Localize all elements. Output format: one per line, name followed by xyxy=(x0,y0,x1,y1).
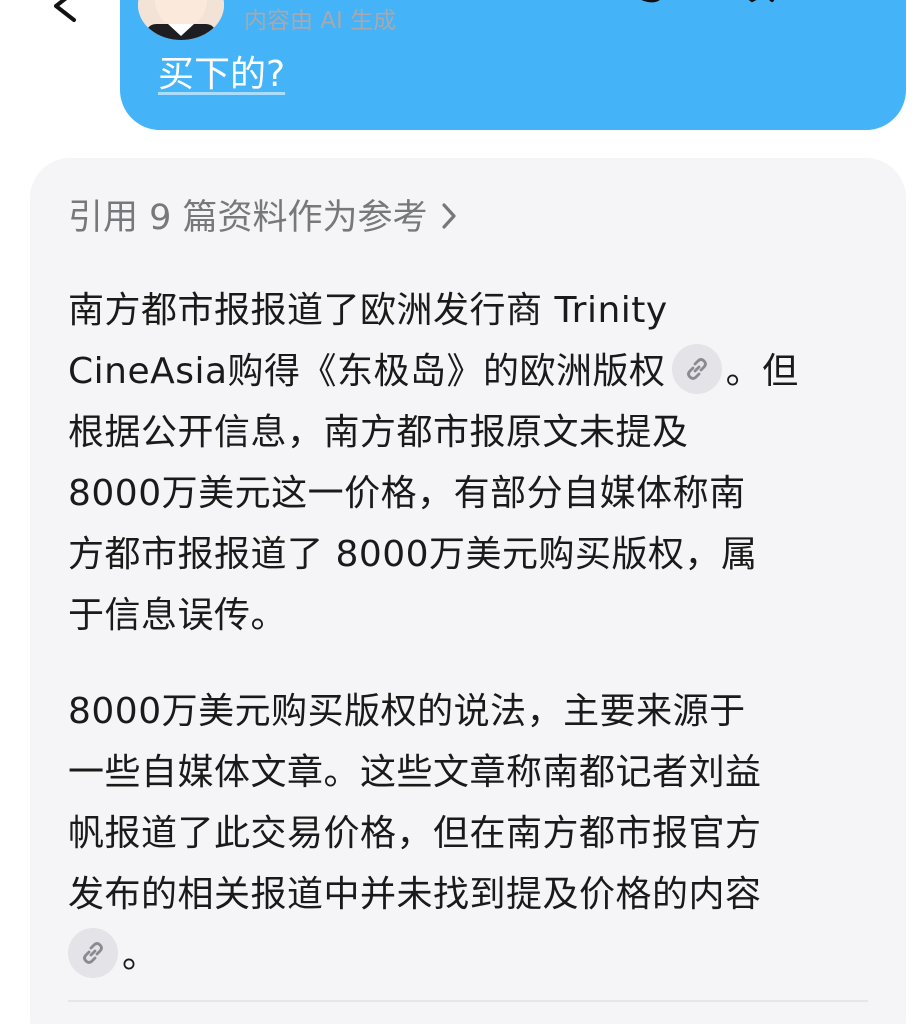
references-link[interactable]: 引用 9 篇资料作为参考 xyxy=(68,190,458,246)
paragraph-text: 。 xyxy=(122,935,159,976)
answer-paragraph-2: 8000万美元购买版权的说法，主要来源于 一些自媒体文章。这些文章称南都记者刘益… xyxy=(68,681,868,986)
paragraph-line: 一些自媒体文章。这些文章称南都记者刘益 xyxy=(68,752,762,793)
references-label: 引用 9 篇资料作为参考 xyxy=(68,198,428,238)
mute-icon xyxy=(748,0,774,3)
paragraph-text: CineAsia购得《东极岛》的欧洲版权 xyxy=(68,351,666,392)
paragraph-line: 南方都市报报道了欧洲发行商 Trinity xyxy=(68,290,668,331)
chat-screen: 买下的? 内容由 AI 生成 引用 9 篇资料作为参考 南方都市报报道了欧洲发行… xyxy=(0,0,920,1024)
paperclip-icon xyxy=(641,0,660,3)
assistant-avatar-image xyxy=(138,0,224,40)
paragraph-line: 发布的相关报道中并未找到提及价格的内容 xyxy=(68,874,762,915)
paragraph-line: 于信息误传。 xyxy=(68,595,288,636)
ai-generated-note: 内容由 AI 生成 xyxy=(244,8,397,34)
more-icon xyxy=(838,0,898,22)
back-button[interactable] xyxy=(40,0,80,26)
paragraph-line: 根据公开信息，南方都市报原文未提及 xyxy=(68,412,689,453)
chevron-right-icon xyxy=(441,203,456,229)
paragraph-line: 。 xyxy=(68,925,868,986)
attach-button[interactable] xyxy=(630,0,674,22)
answer-paragraph-1: 南方都市报报道了欧洲发行商 Trinity CineAsia购得《东极岛》的欧洲… xyxy=(68,280,868,646)
link-icon xyxy=(83,942,103,964)
source-link-button[interactable] xyxy=(68,928,118,978)
top-bar: 内容由 AI 生成 xyxy=(0,0,920,44)
user-message-text: 买下的? xyxy=(158,54,286,95)
mute-button[interactable] xyxy=(732,0,776,22)
paragraph-line: CineAsia购得《东极岛》的欧洲版权 。但 xyxy=(68,341,868,402)
source-link-button[interactable] xyxy=(671,344,722,394)
divider xyxy=(68,1000,868,1002)
more-button[interactable] xyxy=(838,0,898,22)
paragraph-text: 。但 xyxy=(725,351,799,392)
avatar[interactable] xyxy=(138,0,224,40)
link-icon xyxy=(686,358,707,380)
chevron-left-icon xyxy=(54,0,76,22)
paragraph-line: 8000万美元购买版权的说法，主要来源于 xyxy=(68,691,746,732)
paragraph-line: 8000万美元这一价格，有部分自媒体称南 xyxy=(68,473,746,514)
paragraph-line: 方都市报报道了 8000万美元购买版权，属 xyxy=(68,534,758,575)
paragraph-line: 帆报道了此交易价格，但在南方都市报官方 xyxy=(68,813,762,854)
